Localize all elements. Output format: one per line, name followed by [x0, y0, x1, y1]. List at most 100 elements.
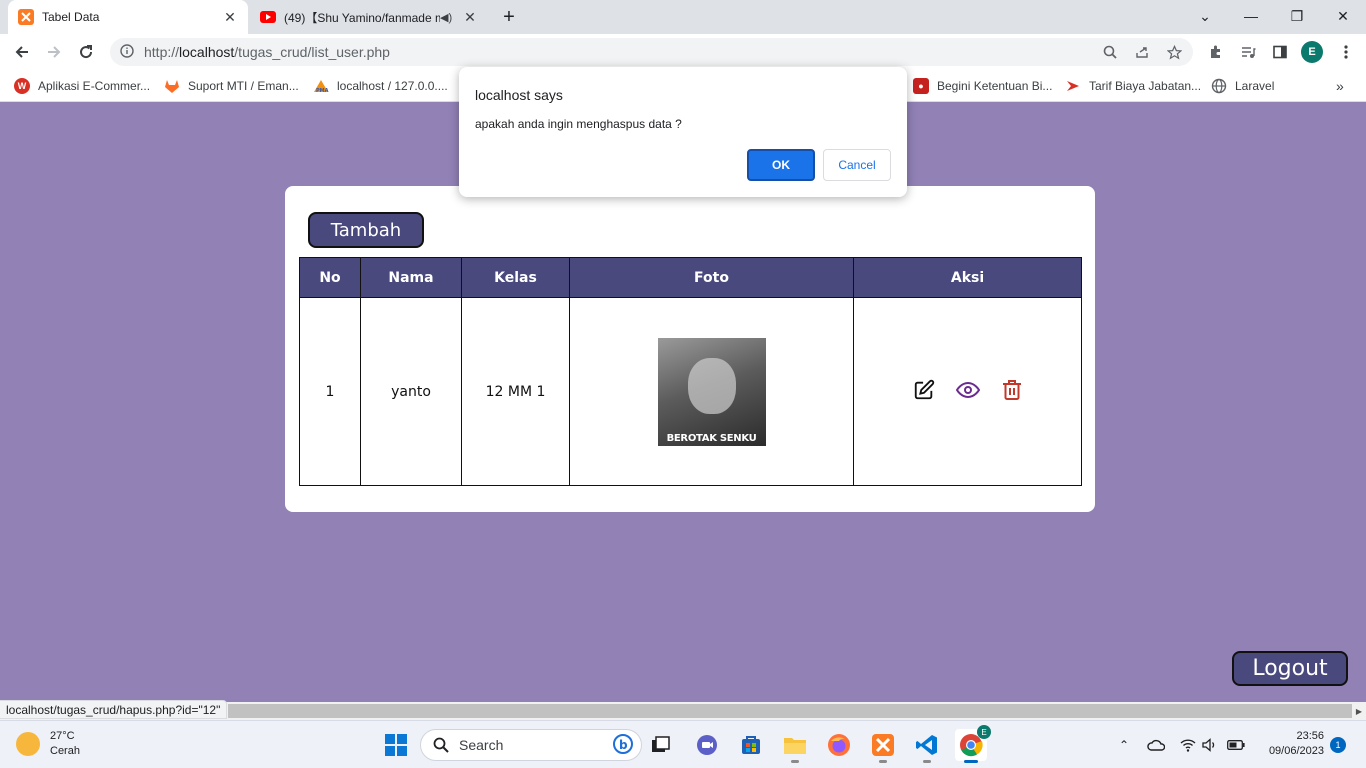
tab-title: Tabel Data [42, 10, 100, 24]
clock-time: 23:56 [1296, 730, 1324, 742]
weather-desc: Cerah [50, 745, 80, 757]
scroll-right-icon[interactable]: ▶ [1352, 704, 1366, 718]
close-window-icon[interactable]: ✕ [1320, 0, 1366, 32]
bookmark-label: Suport MTI / Eman... [188, 79, 299, 93]
table-header-row: No Nama Kelas Foto Aksi [299, 257, 1082, 298]
column-header-no: No [299, 257, 361, 298]
chrome-icon[interactable]: E [955, 725, 991, 763]
bookmark-label: localhost / 127.0.0.... [337, 79, 448, 93]
profile-avatar[interactable]: E [1301, 41, 1323, 63]
bookmark-laravel[interactable]: Laravel [1211, 76, 1274, 96]
volume-icon[interactable] [1200, 735, 1220, 755]
forward-icon[interactable] [40, 38, 68, 66]
back-icon[interactable] [8, 38, 36, 66]
site-info-icon[interactable] [120, 43, 134, 61]
running-indicator [964, 760, 978, 763]
notification-badge[interactable]: 1 [1330, 737, 1346, 753]
user-table: No Nama Kelas Foto Aksi 1 yanto 12 MM 1 … [299, 257, 1082, 486]
minimize-icon[interactable]: — [1228, 0, 1274, 32]
confirm-dialog: localhost says apakah anda ingin menghas… [459, 67, 907, 197]
bookmark-begini-ketentuan[interactable]: ● Begini Ketentuan Bi... [913, 76, 1052, 96]
restore-icon[interactable]: ❐ [1274, 0, 1320, 32]
column-header-aksi: Aksi [853, 257, 1082, 298]
extensions-icon[interactable] [1202, 38, 1230, 66]
share-icon[interactable] [1132, 42, 1152, 62]
task-view-icon[interactable] [645, 729, 677, 761]
address-bar[interactable]: http://localhost/tugas_crud/list_user.ph… [110, 38, 1193, 66]
bookmark-suport-mti[interactable]: Suport MTI / Eman... [164, 76, 299, 96]
zoom-icon[interactable] [1100, 42, 1120, 62]
youtube-icon [260, 9, 276, 25]
svg-text:b: b [619, 738, 628, 752]
taskbar-search[interactable]: Search b [420, 729, 642, 761]
bookmark-tarif-biaya[interactable]: Tarif Biaya Jabatan... [1065, 76, 1201, 96]
tab-youtube[interactable]: (49)【Shu Yamino/fanmade m ◀) ✕ [250, 0, 488, 34]
tab-search-icon[interactable]: ⌄ [1182, 0, 1228, 32]
running-indicator [791, 760, 799, 763]
weather-temp: 27°C [50, 730, 75, 742]
gitlab-icon [164, 78, 180, 94]
action-group [912, 378, 1024, 402]
svg-text:PMA: PMA [316, 88, 329, 94]
table-row: 1 yanto 12 MM 1 BEROTAK SENKU [299, 297, 1082, 486]
reload-icon[interactable] [72, 38, 100, 66]
cell-foto: BEROTAK SENKU [569, 297, 854, 486]
side-panel-icon[interactable] [1266, 38, 1294, 66]
globe-icon [1211, 78, 1227, 94]
xampp-icon [18, 9, 34, 25]
bing-icon[interactable]: b [613, 733, 633, 757]
start-button[interactable] [380, 729, 412, 761]
speaker-icon[interactable]: ◀) [440, 11, 454, 24]
wifi-icon[interactable] [1178, 735, 1198, 755]
tab-tabel-data[interactable]: Tabel Data ✕ [8, 0, 248, 34]
ok-button[interactable]: OK [747, 149, 815, 181]
dialog-message: apakah anda ingin menghaspus data ? [475, 117, 682, 131]
tab-strip: Tabel Data ✕ (49)【Shu Yamino/fanmade m ◀… [0, 0, 1366, 34]
teams-chat-icon[interactable] [691, 729, 723, 761]
cell-kelas: 12 MM 1 [461, 297, 570, 486]
vscode-icon[interactable] [911, 729, 943, 763]
tray-overflow-icon[interactable]: ⌃ [1114, 735, 1134, 755]
firefox-icon[interactable] [823, 729, 855, 761]
view-eye-icon[interactable] [955, 378, 980, 402]
user-photo: BEROTAK SENKU [657, 337, 766, 446]
store-icon[interactable] [735, 729, 767, 761]
media-controls-icon[interactable] [1234, 38, 1262, 66]
photo-caption: BEROTAK SENKU [666, 432, 757, 444]
clock-date: 09/06/2023 [1268, 745, 1324, 757]
system-clock[interactable]: 23:56 09/06/2023 [1256, 729, 1324, 759]
bookmark-aplikasi-ecommerce[interactable]: W Aplikasi E-Commer... [14, 76, 150, 96]
search-icon [433, 737, 449, 753]
onedrive-icon[interactable] [1146, 735, 1166, 755]
chrome-profile-badge: E [977, 725, 991, 739]
dialog-title: localhost says [475, 87, 563, 103]
weather-widget[interactable]: 27°C Cerah [16, 729, 80, 759]
taskbar: 27°C Cerah Search b E ⌃ 23:56 09/06/2023… [0, 720, 1366, 768]
delete-trash-icon[interactable] [1000, 378, 1024, 402]
logout-button[interactable]: Logout [1232, 651, 1348, 686]
address-url: http://localhost/tugas_crud/list_user.ph… [144, 44, 390, 60]
running-indicator [879, 760, 887, 763]
xampp-taskbar-icon[interactable] [867, 729, 899, 763]
horizontal-scrollbar-thumb[interactable] [228, 704, 1352, 718]
data-card: Tambah No Nama Kelas Foto Aksi 1 yanto 1… [285, 186, 1095, 512]
bookmark-label: Begini Ketentuan Bi... [937, 79, 1053, 93]
add-button[interactable]: Tambah [308, 212, 424, 248]
cell-nama: yanto [360, 297, 462, 486]
bookmark-label: Laravel [1235, 79, 1275, 93]
bookmark-localhost-pma[interactable]: PMA localhost / 127.0.0.... [313, 76, 448, 96]
new-tab-button[interactable]: + [498, 6, 520, 28]
edit-icon[interactable] [912, 378, 936, 402]
phpmyadmin-icon: PMA [313, 78, 329, 94]
cancel-button[interactable]: Cancel [823, 149, 891, 181]
weather-sun-icon [16, 732, 40, 756]
close-tab-icon[interactable]: ✕ [222, 9, 238, 25]
photo-face [687, 357, 736, 414]
close-tab-icon[interactable]: ✕ [462, 9, 478, 25]
menu-kebab-icon[interactable] [1332, 38, 1360, 66]
battery-icon[interactable] [1226, 735, 1246, 755]
bookmark-star-icon[interactable] [1164, 42, 1184, 62]
tab-title: (49)【Shu Yamino/fanmade m [284, 10, 440, 25]
bookmarks-overflow-icon[interactable]: » [1336, 76, 1344, 96]
file-explorer-icon[interactable] [779, 729, 811, 763]
